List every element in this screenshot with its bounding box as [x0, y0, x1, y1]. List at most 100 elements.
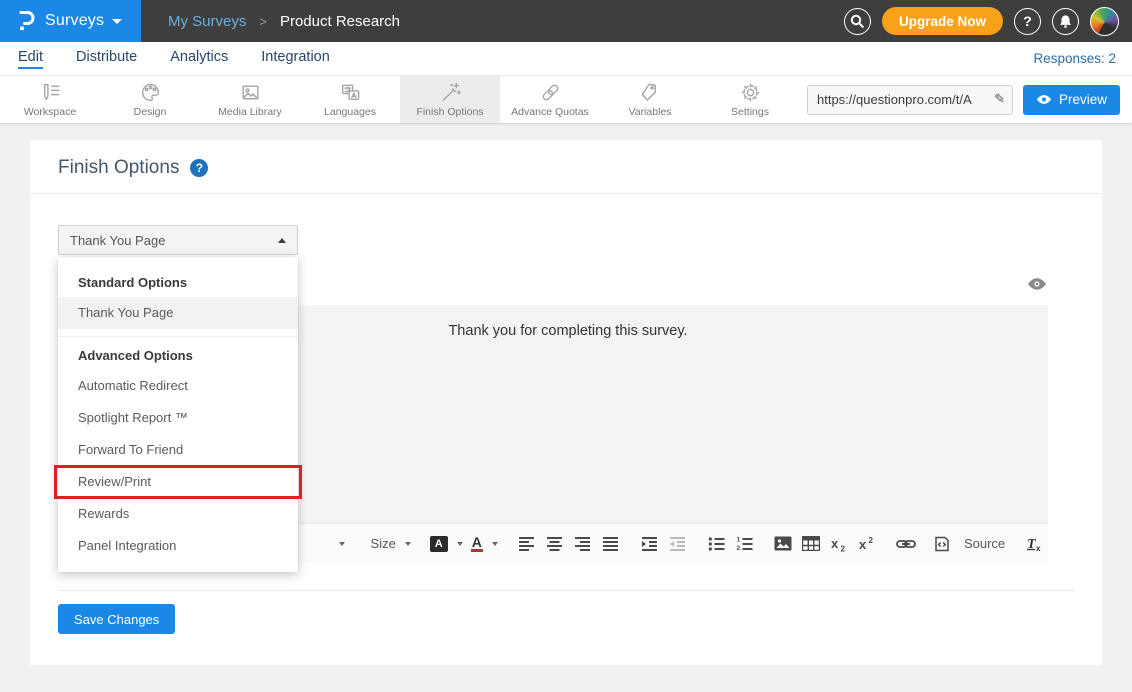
numbered-list-button[interactable]: 12: [731, 531, 757, 557]
preview-button[interactable]: Preview: [1023, 85, 1120, 115]
eye-icon: [1036, 94, 1052, 105]
top-bar: Surveys My Surveys > Product Research Up…: [0, 0, 1132, 42]
chevron-up-icon: [278, 238, 286, 243]
ribbon-item-languages[interactable]: Languages: [300, 76, 400, 123]
indent-button[interactable]: [637, 531, 663, 557]
variables-icon: [639, 81, 662, 104]
svg-text:2: 2: [869, 536, 874, 545]
product-switcher[interactable]: Surveys: [0, 0, 141, 42]
breadcrumb-my-surveys[interactable]: My Surveys: [168, 13, 246, 30]
user-avatar[interactable]: [1090, 7, 1119, 36]
svg-text:x: x: [859, 537, 867, 552]
ribbon-item-finish-options[interactable]: Finish Options: [400, 76, 500, 123]
insert-table-button[interactable]: [798, 531, 824, 557]
ribbon-item-design[interactable]: Design: [100, 76, 200, 123]
topbar-actions: Upgrade Now ?: [844, 7, 1132, 36]
notifications-button[interactable]: [1052, 8, 1079, 35]
menu-item-forward-to-friend[interactable]: Forward To Friend: [58, 434, 298, 466]
ribbon-item-workspace[interactable]: Workspace: [0, 76, 100, 123]
menu-item-review-print[interactable]: Review/Print: [58, 466, 298, 498]
questionpro-logo-icon: [16, 8, 36, 34]
svg-text:2: 2: [736, 545, 740, 552]
source-label: Source: [964, 536, 1005, 551]
align-center-button[interactable]: [542, 531, 568, 557]
ribbon-label: Finish Options: [416, 106, 483, 118]
finish-option-select[interactable]: Thank You Page: [58, 225, 298, 255]
svg-text:2: 2: [841, 544, 846, 552]
responses-count[interactable]: Responses: 2: [1033, 51, 1132, 66]
ribbon-label: Design: [134, 106, 167, 118]
finish-option-menu: Standard Options Thank You Page Advanced…: [58, 257, 298, 572]
ribbon-label: Settings: [731, 106, 769, 118]
tab-integration[interactable]: Integration: [261, 49, 330, 69]
align-right-button[interactable]: [570, 531, 596, 557]
breadcrumb: My Surveys > Product Research: [168, 13, 400, 30]
media-library-icon: [239, 81, 262, 104]
settings-gear-icon: [739, 81, 762, 104]
menu-item-rewards[interactable]: Rewards: [58, 498, 298, 530]
menu-group-standard: Standard Options: [58, 264, 298, 297]
align-left-button[interactable]: [514, 531, 540, 557]
menu-item-label: Review/Print: [78, 474, 151, 489]
ribbon-label: Workspace: [24, 106, 76, 118]
survey-url-field-wrap: ✎: [807, 85, 1013, 115]
ribbon-item-settings[interactable]: Settings: [700, 76, 800, 123]
remove-format-button[interactable]: Tx: [1021, 531, 1047, 557]
ribbon-label: Variables: [629, 106, 672, 118]
help-button[interactable]: ?: [1014, 8, 1041, 35]
svg-text:x: x: [1036, 544, 1041, 552]
superscript-button[interactable]: x2: [854, 531, 880, 557]
chevron-down-icon: [492, 542, 498, 546]
title-divider: [30, 193, 1102, 194]
title-help-icon[interactable]: ?: [190, 159, 208, 177]
survey-nav: Edit Distribute Analytics Integration Re…: [0, 42, 1132, 76]
text-color-button[interactable]: A: [467, 535, 502, 552]
font-dropdown-caret[interactable]: [329, 531, 355, 557]
svg-text:1: 1: [736, 536, 740, 543]
editor-preview-eye-button[interactable]: [1027, 277, 1047, 291]
tab-edit[interactable]: Edit: [18, 49, 43, 69]
advance-quotas-icon: [539, 81, 562, 104]
ribbon-label: Languages: [324, 106, 376, 118]
svg-text:x: x: [831, 536, 839, 551]
finish-options-panel: Finish Options ? Thank You Page Standard…: [30, 140, 1102, 665]
edit-toolbar: Workspace Design Media Library Languages…: [0, 76, 1132, 124]
outdent-button[interactable]: [665, 531, 691, 557]
menu-item-thank-you-page[interactable]: Thank You Page: [58, 297, 298, 329]
preview-label: Preview: [1059, 92, 1107, 107]
source-button[interactable]: Source: [931, 536, 1009, 552]
menu-item-spotlight-report[interactable]: Spotlight Report ™: [58, 402, 298, 434]
search-button[interactable]: [844, 8, 871, 35]
edit-url-pencil-icon[interactable]: ✎: [994, 91, 1005, 107]
insert-link-button[interactable]: [893, 531, 919, 557]
ribbon-item-media-library[interactable]: Media Library: [200, 76, 300, 123]
bell-icon: [1058, 14, 1073, 29]
ribbon-item-variables[interactable]: Variables: [600, 76, 700, 123]
insert-image-button[interactable]: [770, 531, 796, 557]
menu-item-automatic-redirect[interactable]: Automatic Redirect: [58, 370, 298, 402]
tab-distribute[interactable]: Distribute: [76, 49, 137, 69]
justify-button[interactable]: [598, 531, 624, 557]
upgrade-now-button[interactable]: Upgrade Now: [882, 7, 1003, 35]
product-name: Surveys: [45, 12, 104, 30]
workspace-icon: [39, 81, 62, 104]
languages-icon: [339, 81, 362, 104]
font-size-dropdown[interactable]: Size: [367, 536, 415, 551]
background-color-button[interactable]: A: [426, 536, 467, 552]
size-label: Size: [371, 536, 396, 551]
tab-analytics[interactable]: Analytics: [170, 49, 228, 69]
finish-options-icon: [439, 81, 462, 104]
chevron-down-icon: [457, 542, 463, 546]
menu-item-panel-integration[interactable]: Panel Integration: [58, 530, 298, 562]
subscript-button[interactable]: x2: [826, 531, 852, 557]
bullet-list-button[interactable]: [703, 531, 729, 557]
page-title: Finish Options: [58, 157, 179, 179]
chevron-down-icon: [112, 19, 122, 24]
save-changes-button[interactable]: Save Changes: [58, 604, 175, 634]
ribbon-label: Media Library: [218, 106, 282, 118]
design-icon: [139, 81, 162, 104]
footer-divider: [58, 590, 1074, 591]
text-color-icon: A: [471, 535, 483, 552]
ribbon-item-advance-quotas[interactable]: Advance Quotas: [500, 76, 600, 123]
survey-url-input[interactable]: [807, 85, 1013, 115]
